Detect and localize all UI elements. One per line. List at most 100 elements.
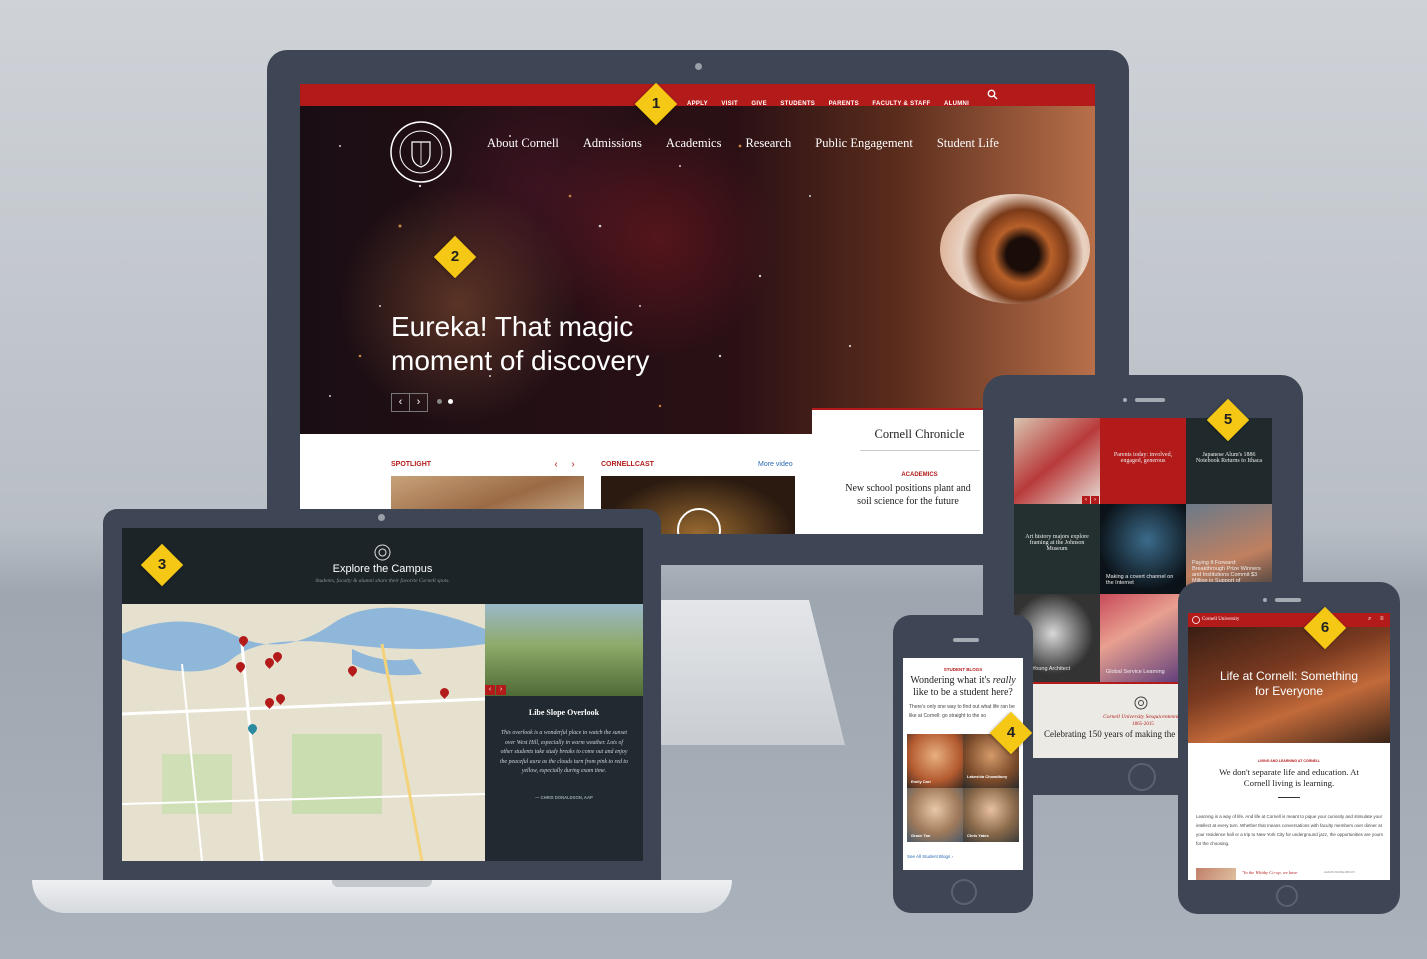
tablet-speaker <box>1135 398 1165 402</box>
utility-link-visit[interactable]: VISIT <box>721 101 738 107</box>
place-description: This overlook is a wonderful place to wa… <box>500 730 628 775</box>
tablet2-menu-icon[interactable]: ≡ <box>1380 616 1384 622</box>
tile-paying-forward-caption: Paying It Forward: Breakthrough Prize Wi… <box>1192 560 1261 584</box>
map-terrain <box>122 607 485 861</box>
tile-japanese-alum-caption: Japanese Alum's 1886 Notebook Returns to… <box>1195 452 1263 464</box>
tile-global-service-caption: Global Service Learning <box>1106 669 1165 675</box>
place-panel <box>485 696 643 861</box>
student-card[interactable]: Emily Carr <box>907 734 963 788</box>
callout-marker-4: 4 <box>989 711 1033 755</box>
callout-number: 6 <box>1320 619 1330 636</box>
tablet2-learn-more[interactable]: LEARN MORE ABOUT... <box>1324 870 1357 874</box>
student-card[interactable]: Grace Tan <box>907 788 963 842</box>
utility-link-give[interactable]: GIVE <box>751 101 767 107</box>
tile-parents-caption: Parents today: involved, engaged, genero… <box>1113 452 1173 464</box>
cornellcast-label: CORNELLCAST <box>601 461 654 468</box>
callout-number: 2 <box>450 248 460 265</box>
next-arrow-icon[interactable]: › <box>409 393 428 412</box>
tablet2-headline: We don't separate life and education. At… <box>1219 767 1359 788</box>
explore-subtitle: Students, faculty & alumni share their f… <box>315 578 450 584</box>
hero-eye <box>900 164 1095 394</box>
blogs-title: Wondering what it's really like to be a … <box>903 675 1023 699</box>
callout-number: 1 <box>651 95 661 112</box>
cornell-seal-logo[interactable] <box>389 120 453 184</box>
nav-about[interactable]: About Cornell <box>487 136 559 150</box>
student-card[interactable]: Chris Yates <box>963 788 1019 842</box>
student-name: Emily Carr <box>911 779 932 784</box>
tablet2-cam <box>1263 598 1267 602</box>
see-all-blogs-link[interactable]: See All Student Blogs › <box>907 854 953 859</box>
laptop-camera <box>378 514 385 521</box>
main-nav: About Cornell Admissions Academics Research… <box>487 134 1023 152</box>
sesquicentennial-seal-icon <box>1134 696 1148 710</box>
tile-art-history[interactable]: Art history majors explore framing at th… <box>1014 504 1100 594</box>
tablet2-speaker <box>1275 598 1301 602</box>
place-author: — CHRIS DONALDSON, AAP <box>535 795 593 800</box>
campus-map[interactable] <box>122 604 485 861</box>
utility-nav: APPLY VISIT GIVE STUDENTS PARENTS FACULT… <box>687 92 978 110</box>
explore-title: Explore the Campus <box>332 563 433 575</box>
more-video-link[interactable]: More video <box>758 461 793 468</box>
callout-marker-6: 6 <box>1303 606 1347 650</box>
tablet2-seal-icon[interactable] <box>1192 616 1200 624</box>
tablet2-brand[interactable]: Cornell University <box>1202 617 1239 622</box>
tablet2-quote-photo <box>1196 868 1236 880</box>
utility-link-alumni[interactable]: ALUMNI <box>944 101 969 107</box>
tablet2-hero-line-1: Life at Cornell: Something <box>1219 669 1359 683</box>
phone-speaker <box>953 638 979 642</box>
place-photo <box>485 604 643 696</box>
blogs-title-em: really <box>992 675 1016 686</box>
blogs-title-part1: Wondering what it's <box>910 675 993 686</box>
nav-student-life[interactable]: Student Life <box>937 136 999 150</box>
student-name: Grace Tan <box>911 833 931 838</box>
blogs-title-part2: like to be a student here? <box>913 687 1013 698</box>
utility-link-apply[interactable]: APPLY <box>687 101 708 107</box>
place-prev-icon[interactable]: ‹ <box>485 685 495 695</box>
callout-marker-3: 3 <box>140 543 184 587</box>
laptop-notch <box>332 880 432 887</box>
callout-number: 3 <box>157 556 167 573</box>
carousel-dot-active[interactable] <box>448 399 453 404</box>
play-icon[interactable] <box>677 508 721 534</box>
student-name: Chris Yates <box>967 833 989 838</box>
tablet-home-button <box>1128 763 1156 791</box>
camera-dot <box>695 63 702 70</box>
campus-seal-icon <box>374 544 391 561</box>
tile-prev-icon[interactable]: ‹ <box>1082 496 1090 504</box>
spotlight-label: SPOTLIGHT <box>391 461 432 468</box>
spotlight-prev-icon[interactable]: ‹ <box>550 459 562 471</box>
tile-art-history-caption: Art history majors explore framing at th… <box>1025 534 1089 552</box>
spotlight-next-icon[interactable]: › <box>567 459 579 471</box>
tablet2-hero-line-2: for Everyone <box>1254 684 1324 698</box>
nav-admissions[interactable]: Admissions <box>583 136 642 150</box>
chronicle-headline[interactable]: New school positions plant and soil scie… <box>838 482 978 508</box>
tile-covert-channel-caption: Making a covert channel on the Internet <box>1106 574 1174 586</box>
tile-next-icon[interactable]: › <box>1091 496 1099 504</box>
desktop-screen: APPLY VISIT GIVE STUDENTS PARENTS FACULT… <box>300 84 1095 534</box>
prev-arrow-icon[interactable]: ‹ <box>391 393 410 412</box>
hero-line-1: Eureka! That magic <box>391 311 634 342</box>
utility-link-parents[interactable]: PARENTS <box>829 101 859 107</box>
tablet2-search-icon[interactable]: ⌕ <box>1368 616 1371 623</box>
tablet2-divider <box>1278 797 1300 798</box>
chronicle-divider <box>860 450 980 451</box>
tablet2-quote: "In the Whitby Co-op, we have <box>1242 870 1298 875</box>
tile-global-service[interactable]: Global Service Learning <box>1100 594 1186 682</box>
nav-academics[interactable]: Academics <box>666 136 722 150</box>
hero-headline: Eureka! That magic moment of discovery <box>391 310 649 378</box>
tile-parents[interactable]: Parents today: involved, engaged, genero… <box>1100 418 1186 504</box>
nav-research[interactable]: Research <box>745 136 791 150</box>
callout-marker-1: 1 <box>634 82 678 126</box>
phone-home-button <box>951 879 977 905</box>
search-icon[interactable] <box>987 89 998 100</box>
tile-covert-channel[interactable]: Making a covert channel on the Internet <box>1100 504 1186 594</box>
nav-public-engagement[interactable]: Public Engagement <box>815 136 913 150</box>
tile-photo-group[interactable] <box>1014 418 1100 504</box>
carousel-dot[interactable] <box>437 399 442 404</box>
utility-link-students[interactable]: STUDENTS <box>780 101 815 107</box>
place-next-icon[interactable]: › <box>496 685 506 695</box>
callout-marker-5: 5 <box>1206 398 1250 442</box>
tablet2-home-button <box>1276 885 1298 907</box>
tile-paying-forward[interactable]: Paying It Forward: Breakthrough Prize Wi… <box>1186 504 1272 594</box>
utility-link-faculty[interactable]: FACULTY & STAFF <box>872 101 930 107</box>
